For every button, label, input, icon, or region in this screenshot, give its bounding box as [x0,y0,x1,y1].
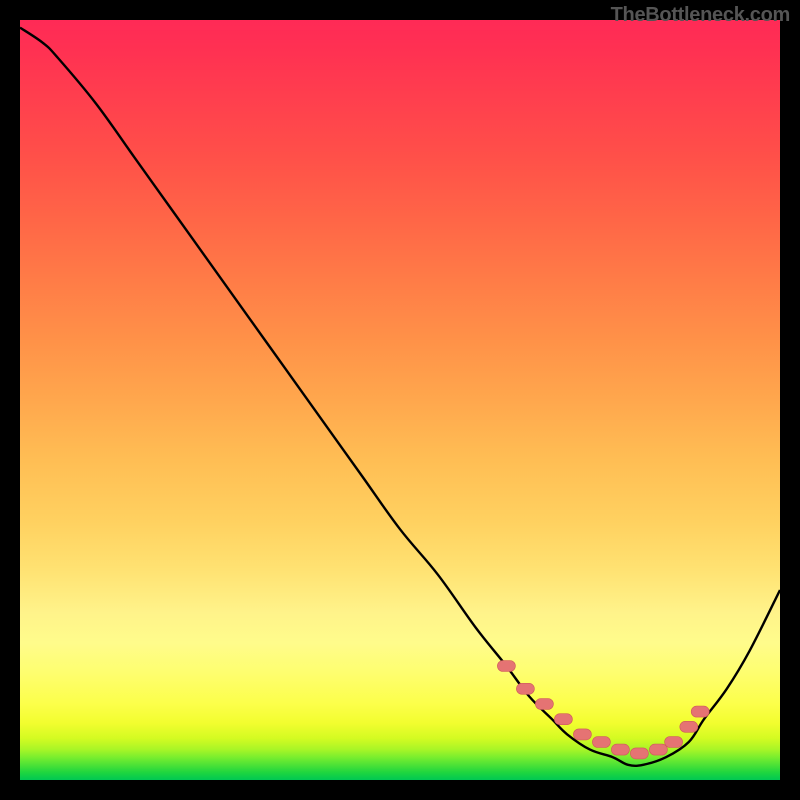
marker-dot [680,721,698,732]
chart-svg [0,0,800,800]
marker-dot [516,683,534,694]
marker-dot [665,737,683,748]
marker-dot [630,748,648,759]
marker-dot [611,744,629,755]
marker-dot [691,706,709,717]
marker-dot [554,714,572,725]
marker-dot [592,737,610,748]
marker-dot [649,744,667,755]
attribution-text: TheBottleneck.com [611,4,790,27]
chart-canvas: TheBottleneck.com [0,0,800,800]
marker-dot [573,729,591,740]
gradient-background [20,20,780,780]
marker-dot [497,661,515,672]
marker-dot [535,699,553,710]
